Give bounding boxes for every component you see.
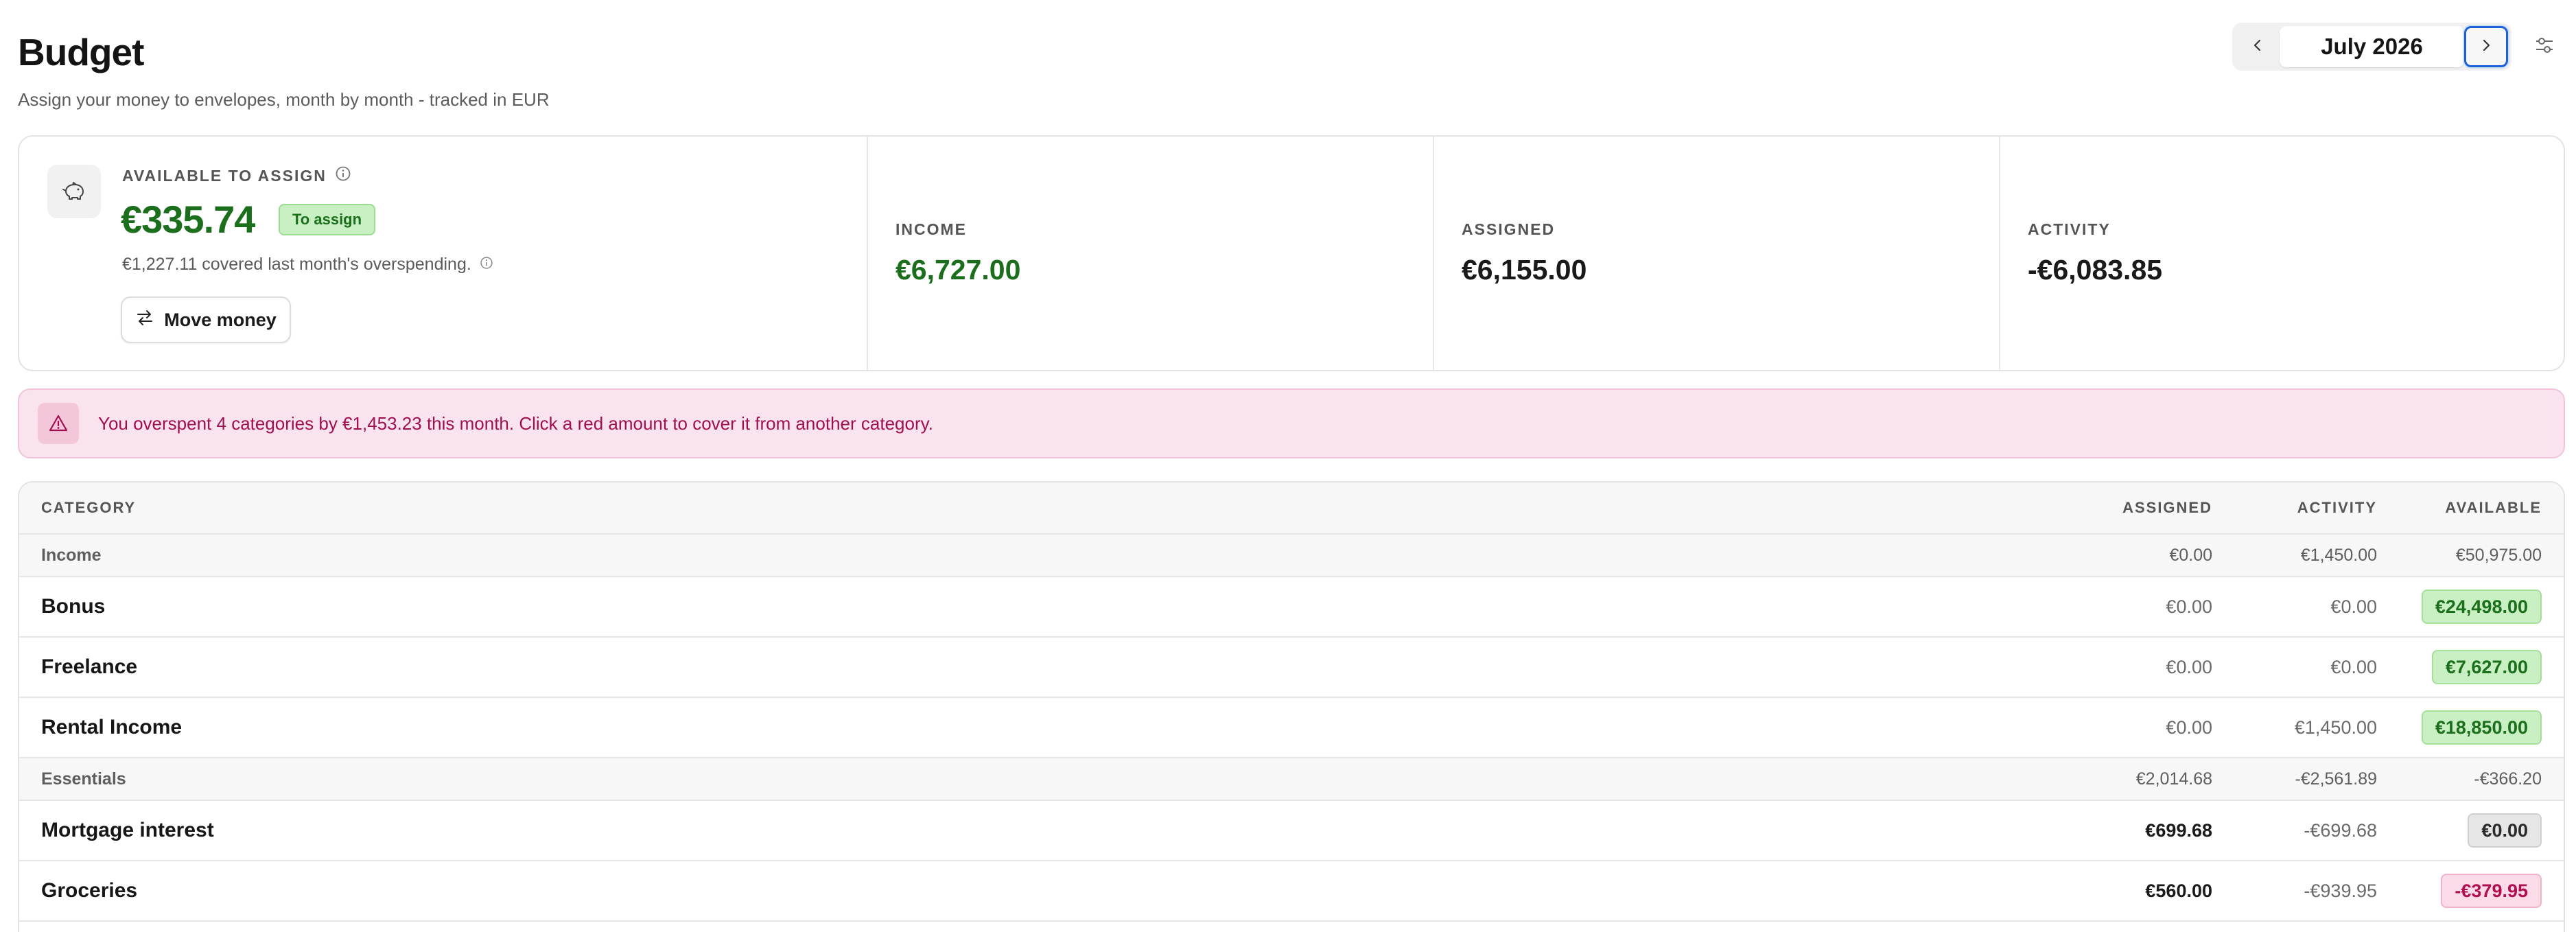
column-header-activity: ACTIVITY — [2297, 499, 2377, 516]
assigned-label: ASSIGNED — [1462, 220, 1556, 238]
category-available-cell: €18,850.00 — [2377, 710, 2564, 745]
available-amount-pill[interactable]: €7,627.00 — [2431, 650, 2542, 684]
category-activity: €0.00 — [2330, 596, 2377, 617]
available-amount-pill[interactable]: €0.00 — [2468, 813, 2542, 848]
category-available-cell: -€379.95 — [2377, 874, 2564, 908]
warning-triangle-icon — [38, 403, 79, 444]
category-row[interactable]: Groceries €560.00 -€939.95 -€379.95 — [19, 861, 2564, 922]
to-assign-badge: To assign — [279, 204, 376, 235]
move-money-button[interactable]: Move money — [121, 296, 291, 343]
category-assigned[interactable]: €0.00 — [2048, 657, 2212, 678]
category-activity: €1,450.00 — [2294, 717, 2377, 738]
group-activity: -€2,561.89 — [2295, 769, 2377, 789]
assigned-value: €6,155.00 — [1462, 254, 1587, 286]
group-assigned: €0.00 — [2169, 545, 2212, 565]
category-activity: -€699.68 — [2304, 819, 2377, 841]
info-icon[interactable] — [480, 255, 493, 275]
month-navigator: July 2026 — [2232, 23, 2511, 71]
available-amount-pill[interactable]: €24,498.00 — [2421, 590, 2542, 624]
move-money-label: Move money — [164, 309, 277, 330]
available-to-assign-amount: €335.74 — [121, 198, 255, 241]
chevron-right-icon — [2478, 37, 2494, 57]
budget-page: Budget Assign your money to envelopes, m… — [0, 0, 2576, 932]
category-activity: €0.00 — [2330, 656, 2377, 677]
page-title: Budget — [18, 31, 144, 73]
category-available-cell: €24,498.00 — [2377, 590, 2564, 624]
alert-message: You overspent 4 categories by €1,453.23 … — [98, 412, 933, 434]
chevron-left-icon — [2249, 37, 2266, 57]
category-assigned[interactable]: €699.68 — [2048, 820, 2212, 841]
available-to-assign-panel: AVAILABLE TO ASSIGN €335.74 To assign €1… — [19, 137, 868, 370]
available-amount-pill[interactable]: €18,850.00 — [2421, 710, 2542, 745]
budget-table: CATEGORY ASSIGNED ACTIVITY AVAILABLE Inc… — [18, 481, 2565, 932]
category-available-cell: €7,627.00 — [2377, 650, 2564, 684]
category-activity: -€939.95 — [2304, 880, 2377, 901]
category-available-cell: €0.00 — [2377, 813, 2564, 848]
category-row[interactable]: Bonus €0.00 €0.00 €24,498.00 — [19, 577, 2564, 638]
column-header-available: AVAILABLE — [2445, 499, 2542, 516]
sliders-icon — [2534, 35, 2555, 59]
category-group-row[interactable]: Income €0.00 €1,450.00 €50,975.00 — [19, 535, 2564, 577]
column-header-assigned: ASSIGNED — [2122, 499, 2212, 516]
column-header-category: CATEGORY — [41, 499, 137, 516]
category-assigned[interactable]: €0.00 — [2048, 717, 2212, 738]
info-icon[interactable] — [335, 165, 351, 186]
category-name: Mortgage interest — [41, 819, 214, 841]
income-stat: INCOME €6,727.00 — [868, 137, 1434, 370]
category-name: Rental Income — [41, 716, 183, 738]
overspending-covered-note: €1,227.11 covered last month's overspend… — [122, 255, 493, 275]
overspending-covered-text: €1,227.11 covered last month's overspend… — [122, 255, 471, 274]
piggy-bank-icon — [47, 165, 101, 218]
previous-month-button[interactable] — [2236, 26, 2280, 67]
available-amount-pill[interactable]: -€379.95 — [2441, 874, 2542, 908]
group-name: Income — [41, 545, 102, 565]
group-available: -€366.20 — [2474, 769, 2542, 789]
available-to-assign-label-text: AVAILABLE TO ASSIGN — [122, 166, 327, 185]
current-month-label[interactable]: July 2026 — [2280, 26, 2464, 67]
activity-stat: ACTIVITY -€6,083.85 — [2000, 137, 2564, 370]
group-name: Essentials — [41, 769, 126, 789]
category-row[interactable]: Mortgage interest €699.68 -€699.68 €0.00 — [19, 801, 2564, 861]
activity-value: -€6,083.85 — [2028, 254, 2163, 286]
page-subtitle: Assign your money to envelopes, month by… — [18, 89, 550, 110]
category-assigned[interactable]: €560.00 — [2048, 881, 2212, 902]
table-header: CATEGORY ASSIGNED ACTIVITY AVAILABLE — [19, 482, 2564, 535]
income-label: INCOME — [895, 220, 967, 238]
group-activity: €1,450.00 — [2300, 545, 2377, 565]
next-month-button[interactable] — [2464, 26, 2508, 67]
budget-summary-card: AVAILABLE TO ASSIGN €335.74 To assign €1… — [18, 135, 2565, 371]
category-assigned[interactable]: €0.00 — [2048, 596, 2212, 618]
activity-label: ACTIVITY — [2028, 220, 2111, 238]
overspending-alert: You overspent 4 categories by €1,453.23 … — [18, 388, 2565, 458]
category-row[interactable]: Rental Income €0.00 €1,450.00 €18,850.00 — [19, 698, 2564, 758]
group-assigned: €2,014.68 — [2135, 769, 2212, 789]
settings-button[interactable] — [2532, 34, 2557, 59]
available-to-assign-label: AVAILABLE TO ASSIGN — [122, 165, 351, 186]
category-name: Bonus — [41, 595, 106, 618]
assigned-stat: ASSIGNED €6,155.00 — [1434, 137, 2000, 370]
category-row[interactable]: Freelance €0.00 €0.00 €7,627.00 — [19, 638, 2564, 698]
transfer-arrows-icon — [135, 308, 154, 332]
income-value: €6,727.00 — [895, 254, 1021, 286]
category-group-row[interactable]: Essentials €2,014.68 -€2,561.89 -€366.20 — [19, 758, 2564, 801]
group-available: €50,975.00 — [2455, 545, 2542, 565]
category-name: Freelance — [41, 655, 138, 678]
category-name: Groceries — [41, 879, 138, 902]
